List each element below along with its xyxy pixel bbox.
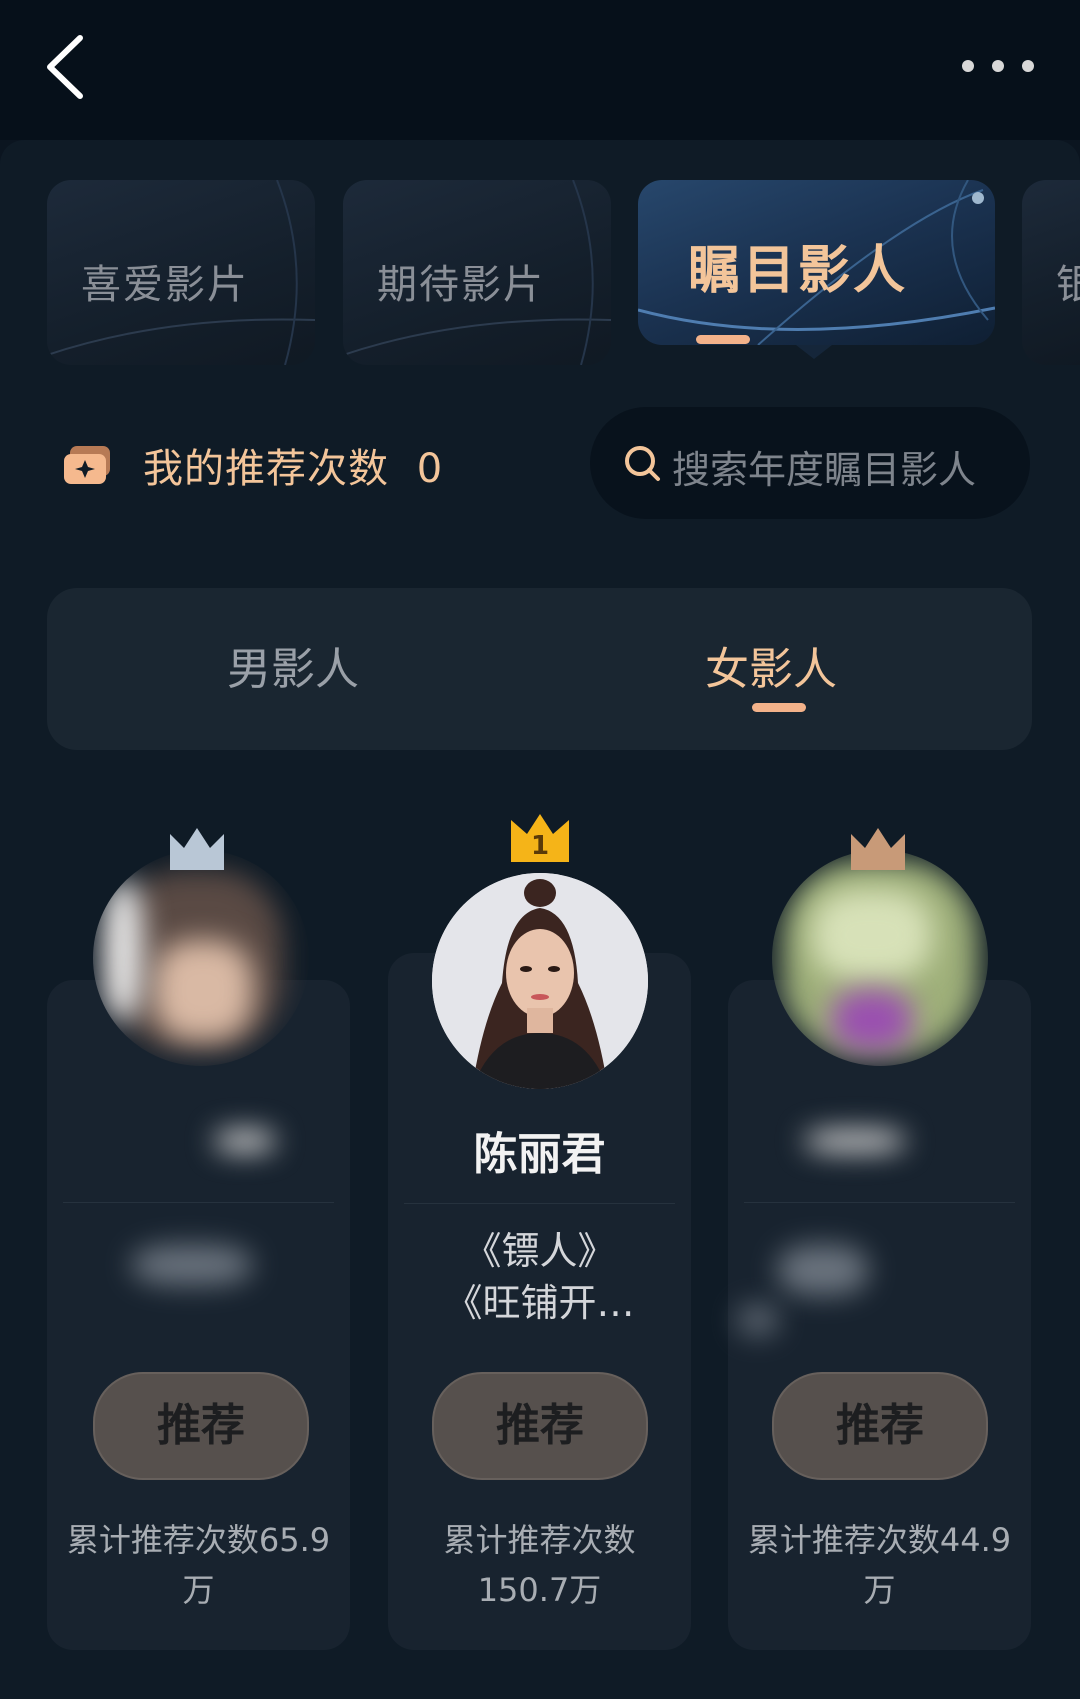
card-divider [744,1202,1015,1203]
search-icon [625,446,660,481]
tab-male-label: 男影人 [227,644,359,695]
category-pointer [796,345,832,359]
work-title-1: 《镖人》 [463,1229,616,1273]
recommend-button[interactable]: 推荐 [93,1372,309,1480]
avatar-rank-3-redacted[interactable] [772,850,988,1066]
top-bar [0,0,1080,140]
recommend-button[interactable]: 推荐 [432,1372,648,1480]
total-line-1: 累计推荐次数65.9 [66,1521,331,1559]
more-button[interactable] [960,46,1040,86]
category-label: 期待影片 [377,262,545,308]
gender-toggle: 男影人 女影人 [47,588,1032,750]
avatar-rank-2-redacted[interactable] [93,850,309,1066]
total-line-2: 万 [182,1571,215,1609]
category-active-indicator [696,335,750,344]
category-label: 瞩目影人 [688,241,909,301]
recommend-count-value: 0 [416,446,444,492]
name-redacted-2 [215,1130,275,1152]
total-line-2: 万 [863,1571,896,1609]
category-tab-notable-people[interactable]: 瞩目影人 [638,180,995,345]
total-recommend: 累计推荐次数65.9 万 [47,1515,350,1615]
search-placeholder: 搜索年度瞩目影人 [672,448,977,492]
portrait-illustration [432,873,648,1089]
works-list: 《镖人》 《旺铺开… [388,1225,691,1329]
avatar-rank-1[interactable] [432,873,648,1089]
person-name: 陈丽君 [473,1129,606,1180]
rank-number: 1 [531,831,549,861]
category-tab-partial[interactable]: 银 [1022,180,1080,365]
recommend-count-label: 我的推荐次数 [143,446,389,492]
category-label: 银 [1056,262,1080,308]
category-tab-favorite-films[interactable]: 喜爱影片 [47,180,315,365]
card-divider [63,1202,334,1203]
work-title-2: 《旺铺开… [444,1281,635,1325]
total-recommend: 累计推荐次数44.9 万 [728,1515,1031,1615]
more-dots-icon [962,60,1034,72]
rank-2-crown-icon [170,828,224,870]
rank-card-3: 推荐 累计推荐次数44.9 万 [728,980,1031,1650]
search-input[interactable]: 搜索年度瞩目影人 [590,407,1030,519]
category-tab-anticipated-films[interactable]: 期待影片 [343,180,611,365]
rank-3-crown-icon [851,828,905,870]
total-recommend: 累计推荐次数 150.7万 [388,1515,691,1615]
tab-male[interactable]: 男影人 [47,588,539,750]
tab-female-label: 女影人 [705,644,837,695]
rank-card-2: 推荐 累计推荐次数65.9 万 [47,980,350,1650]
page: 喜爱影片 期待影片 瞩目影人 银 我的推荐次数 0 搜索年度瞩目影人 男影人 女… [0,0,1080,1699]
category-label: 喜爱影片 [81,262,249,308]
recommend-count: 我的推荐次数 0 [143,436,443,494]
recommend-button[interactable]: 推荐 [772,1372,988,1480]
ticket-icon [64,446,110,484]
back-arrow-icon [47,35,83,99]
gender-tab-indicator [752,703,806,712]
name-redacted-3 [805,1130,905,1152]
total-line-2: 150.7万 [477,1571,602,1609]
total-line-1: 累计推荐次数 [443,1521,636,1559]
rank-1-crown-icon: 1 [511,814,569,862]
tab-female[interactable]: 女影人 [525,588,1017,750]
back-button[interactable] [40,30,100,105]
total-line-1: 累计推荐次数44.9 [747,1521,1012,1559]
card-divider [404,1203,675,1204]
